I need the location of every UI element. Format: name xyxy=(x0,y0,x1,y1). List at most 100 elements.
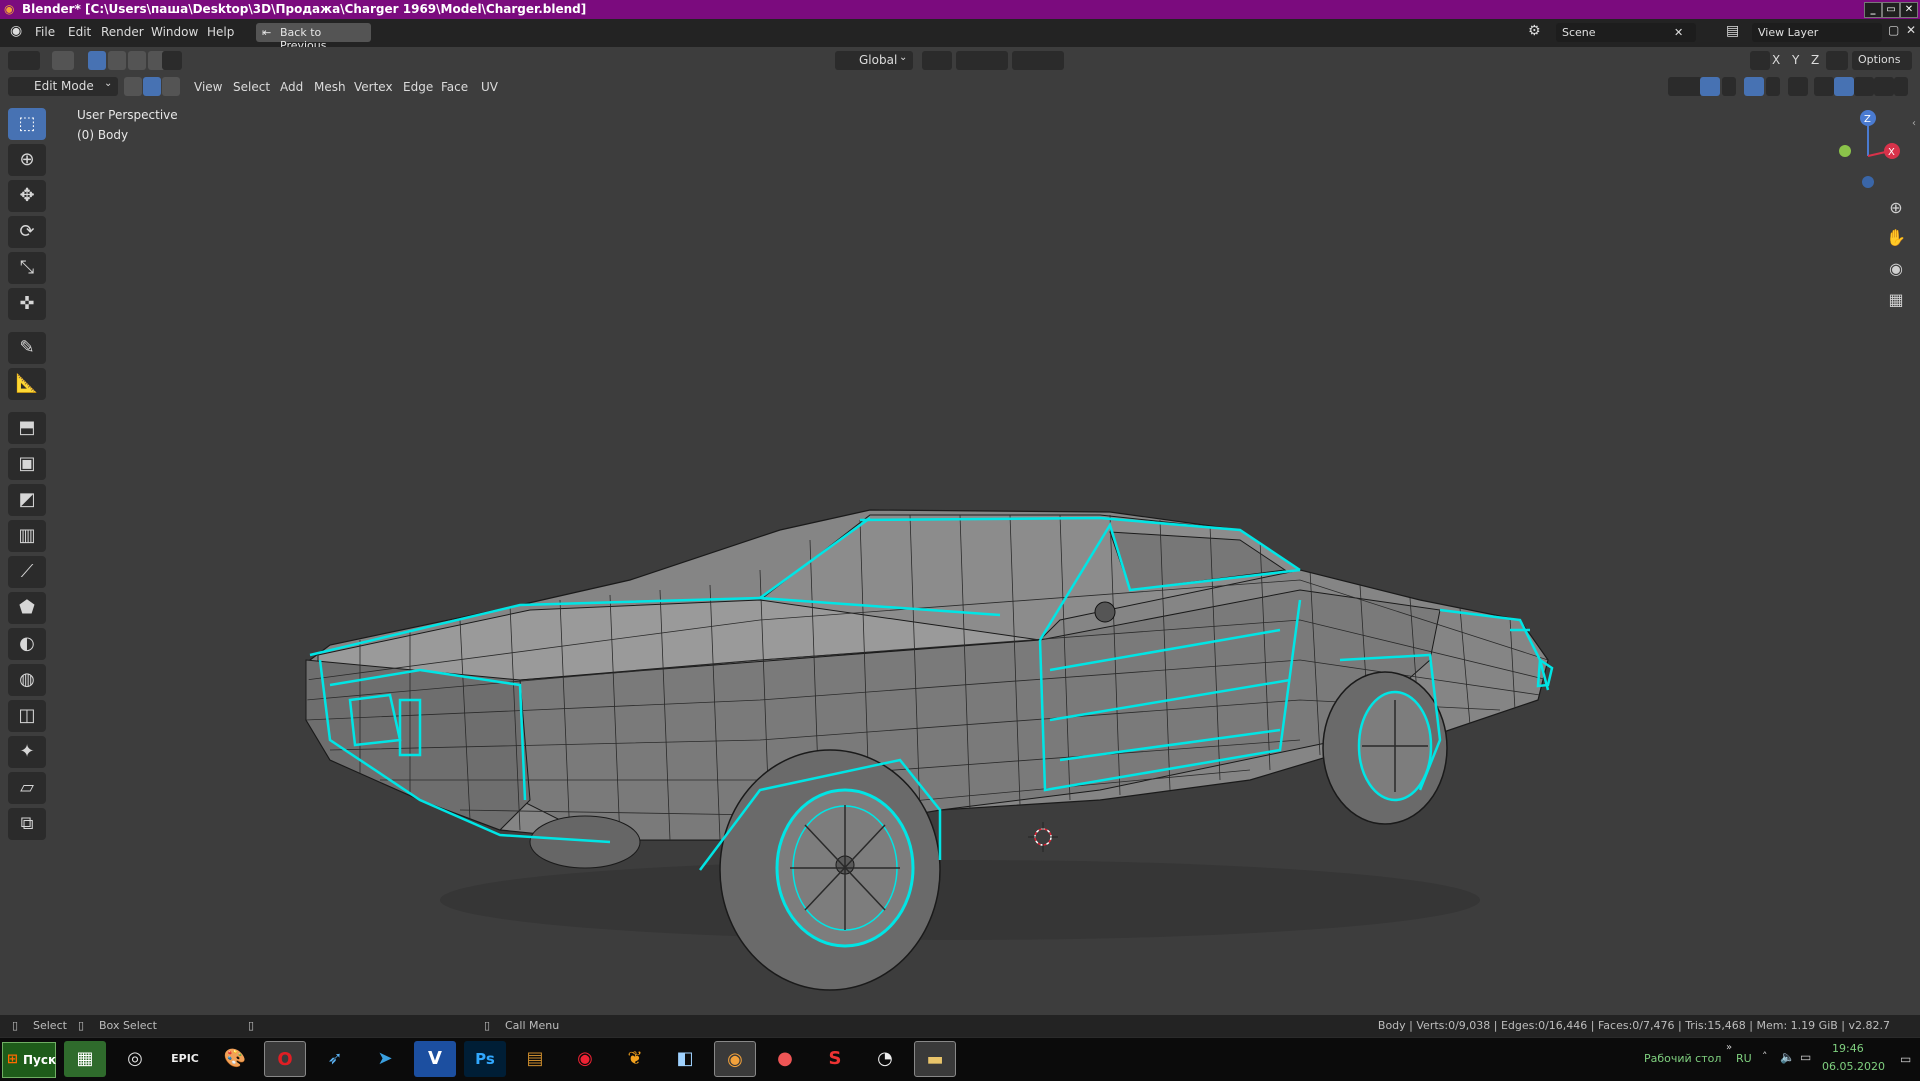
xray-toggle-icon[interactable] xyxy=(1788,77,1808,96)
scene-close-icon[interactable]: ✕ xyxy=(1674,26,1683,39)
transform-orientation-dropdown[interactable]: Global ⌄ xyxy=(835,51,913,70)
select-box-icon[interactable]: ⬚ xyxy=(8,108,46,140)
ortho-grid-icon[interactable]: ▦ xyxy=(1881,286,1911,314)
gizmo-dropdown[interactable] xyxy=(1722,77,1736,96)
rotate-icon[interactable]: ⟳ xyxy=(8,216,46,248)
network-icon[interactable]: ▭ xyxy=(1800,1050,1811,1064)
visual-studio-app-icon[interactable]: V xyxy=(414,1041,456,1077)
clock-time[interactable]: 19:46 xyxy=(1832,1042,1864,1055)
mirror-x-toggle[interactable]: X xyxy=(1772,53,1780,67)
smooth-icon[interactable]: ◍ xyxy=(8,664,46,696)
blender-menu-icon[interactable]: ◉ xyxy=(10,23,22,39)
menu-edge[interactable]: Edge xyxy=(403,80,433,94)
poly-build-icon[interactable]: ⬟ xyxy=(8,592,46,624)
view-layer-selector[interactable]: View Layer xyxy=(1752,23,1882,42)
menu-file[interactable]: File xyxy=(35,25,55,39)
select-mode-extend-icon[interactable] xyxy=(108,51,126,70)
menu-select[interactable]: Select xyxy=(233,80,270,94)
notification-icon[interactable]: ▭ xyxy=(1900,1052,1911,1066)
scale-icon[interactable]: ⤡ xyxy=(8,252,46,284)
edge-slide-icon[interactable]: ◫ xyxy=(8,700,46,732)
auto-merge-icon[interactable] xyxy=(1826,51,1848,70)
shading-dropdown[interactable] xyxy=(1894,77,1908,96)
material-shading-icon[interactable] xyxy=(1854,77,1874,96)
menu-vertex[interactable]: Vertex xyxy=(354,80,393,94)
volume-icon[interactable]: 🔈 xyxy=(1780,1050,1795,1064)
fl-studio-app-icon[interactable]: ❦ xyxy=(614,1041,656,1077)
shrink-fatten-icon[interactable]: ✦ xyxy=(8,736,46,768)
select-mode-subtract-icon[interactable] xyxy=(128,51,146,70)
3d-viewport[interactable]: Z X ⊕ ✋ ◉ ▦ ‹ xyxy=(0,100,1920,1015)
overlay-toggle-icon[interactable] xyxy=(1744,77,1764,96)
blender-app-icon[interactable]: ◉ xyxy=(714,1041,756,1077)
annotate-icon[interactable]: ✎ xyxy=(8,332,46,364)
view-layer-close-icon[interactable]: ✕ xyxy=(1906,23,1916,37)
photoshop-app-icon[interactable]: Ps xyxy=(464,1041,506,1077)
menu-help[interactable]: Help xyxy=(207,25,234,39)
vertex-select-mode-icon[interactable] xyxy=(124,77,142,96)
rip-icon[interactable]: ⧉ xyxy=(8,808,46,840)
chat-app-icon[interactable]: ● xyxy=(764,1041,806,1077)
explorer-app-icon[interactable]: ▦ xyxy=(64,1041,106,1077)
visibility-dropdown[interactable] xyxy=(1668,77,1702,96)
edge-select-mode-icon[interactable] xyxy=(143,77,161,96)
desktop-toolbar-label[interactable]: Рабочий стол xyxy=(1644,1052,1721,1065)
epic-games-app-icon[interactable]: EPIC xyxy=(164,1041,206,1077)
knife-icon[interactable]: ⟋ xyxy=(8,556,46,588)
opera-app-icon[interactable]: O xyxy=(264,1041,306,1077)
inset-icon[interactable]: ▣ xyxy=(8,448,46,480)
start-button[interactable]: ⊞ Пуск xyxy=(2,1042,56,1078)
tool-select-icon[interactable] xyxy=(52,51,74,70)
bevel-icon[interactable]: ◩ xyxy=(8,484,46,516)
menu-add[interactable]: Add xyxy=(280,80,303,94)
select-mode-intersect-icon[interactable] xyxy=(162,51,182,70)
select-mode-new-icon[interactable] xyxy=(88,51,106,70)
scene-selector[interactable]: Scene ✕ xyxy=(1556,23,1696,42)
scene-icon[interactable]: ⚙ xyxy=(1528,23,1541,39)
loop-cut-icon[interactable]: ▥ xyxy=(8,520,46,552)
expand-toolbar-icon[interactable]: » xyxy=(1726,1042,1732,1053)
pan-hand-icon[interactable]: ✋ xyxy=(1881,224,1911,252)
menu-edit[interactable]: Edit xyxy=(68,25,91,39)
telegram-app-icon[interactable]: ➤ xyxy=(364,1041,406,1077)
face-select-mode-icon[interactable] xyxy=(162,77,180,96)
shear-icon[interactable]: ▱ xyxy=(8,772,46,804)
spin-icon[interactable]: ◐ xyxy=(8,628,46,660)
menu-mesh[interactable]: Mesh xyxy=(314,80,346,94)
mode-dropdown[interactable]: Edit Mode ⌄ xyxy=(8,77,118,96)
solid-shading-icon[interactable] xyxy=(1834,77,1854,96)
minimize-button[interactable]: _ xyxy=(1864,2,1882,18)
mirror-y-toggle[interactable]: Y xyxy=(1792,53,1799,67)
sidebar-toggle-icon[interactable]: ‹ xyxy=(1912,118,1916,129)
measure-icon[interactable]: 📐 xyxy=(8,368,46,400)
view-layer-icon[interactable]: ▤ xyxy=(1726,23,1739,39)
menu-view[interactable]: View xyxy=(194,80,222,94)
cursor-icon[interactable]: ⊕ xyxy=(8,144,46,176)
winrar-app-icon[interactable]: ▤ xyxy=(514,1041,556,1077)
transform-icon[interactable]: ✜ xyxy=(8,288,46,320)
back-to-previous-button[interactable]: ⇤ Back to Previous xyxy=(256,23,371,52)
steam-app-icon[interactable]: ◎ xyxy=(114,1041,156,1077)
language-indicator[interactable]: RU xyxy=(1736,1052,1752,1065)
menu-uv[interactable]: UV xyxy=(481,80,498,94)
paint-app-icon[interactable]: 🎨 xyxy=(214,1041,256,1077)
navigation-gizmo[interactable]: Z X xyxy=(1830,108,1920,208)
menu-window[interactable]: Window xyxy=(151,25,198,39)
mirror-options-icon[interactable] xyxy=(1750,51,1770,70)
camera-view-icon[interactable]: ◉ xyxy=(1881,255,1911,283)
files-app-icon[interactable]: ▬ xyxy=(914,1041,956,1077)
media-app-icon[interactable]: ◉ xyxy=(564,1041,606,1077)
substance-app-icon[interactable]: S xyxy=(814,1041,856,1077)
overlay-dropdown[interactable] xyxy=(1766,77,1780,96)
maximize-button[interactable]: ▭ xyxy=(1882,2,1900,18)
move-icon[interactable]: ✥ xyxy=(8,180,46,212)
view-layer-new-icon[interactable]: ▢ xyxy=(1888,23,1899,37)
feather-app-icon[interactable]: ➶ xyxy=(314,1041,356,1077)
gizmo-toggle-icon[interactable] xyxy=(1700,77,1720,96)
rendered-shading-icon[interactable] xyxy=(1874,77,1894,96)
options-dropdown[interactable]: Options xyxy=(1852,51,1912,70)
zoom-icon[interactable]: ⊕ xyxy=(1881,194,1911,222)
github-app-icon[interactable]: ◔ xyxy=(864,1041,906,1077)
proportional-editing-icon[interactable] xyxy=(1012,51,1064,70)
mirror-z-toggle[interactable]: Z xyxy=(1811,53,1819,67)
